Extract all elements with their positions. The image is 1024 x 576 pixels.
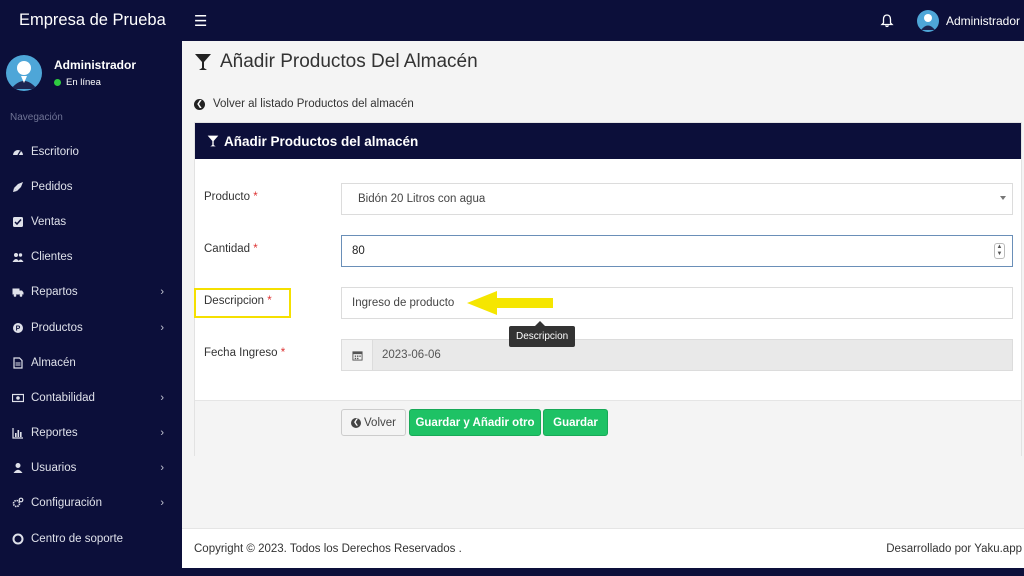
user-icon [12, 462, 24, 474]
number-spinner-icon[interactable]: ▲ ▼ [994, 243, 1005, 259]
bar-chart-icon [12, 427, 24, 439]
descripcion-row: Descripcion * Ingreso de producto [195, 287, 1023, 319]
sidebar-item-reportes[interactable]: Reportes › [0, 416, 182, 451]
fecha-label: Fecha Ingreso * [204, 347, 286, 359]
bars-icon[interactable]: ☰ [194, 12, 214, 30]
developer-credit: Desarrollado por Yaku.app [886, 543, 1022, 555]
bottom-strip [0, 568, 1024, 576]
users-icon [12, 251, 24, 263]
top-user-name[interactable]: Administrador [946, 14, 1020, 28]
save-button[interactable]: Guardar [543, 409, 608, 436]
nav-list: Escritorio Pedidos Ventas Clientes Repartos ›… [0, 134, 182, 576]
top-navbar: Empresa de Prueba ☰ Administrador [0, 0, 1024, 41]
sidebar-item-contabilidad[interactable]: Contabilidad › [0, 380, 182, 415]
glass-icon [195, 54, 211, 70]
chevron-right-icon: › [160, 497, 164, 510]
descripcion-tooltip: Descripcion [509, 321, 576, 347]
sidebar-item-label: Centro de soporte [31, 532, 124, 545]
sidebar-item-label: Pedidos [31, 180, 73, 193]
product-icon: P [12, 322, 24, 334]
dashboard-icon [12, 146, 24, 158]
sidebar-item-repartos[interactable]: Repartos › [0, 275, 182, 310]
add-product-panel: Añadir Productos del almacén Producto * … [194, 122, 1022, 456]
topbar-right: Administrador [879, 9, 1024, 32]
sidebar-item-almacén[interactable]: Almacén [0, 345, 182, 380]
page-title: Añadir Productos Del Almacén [194, 51, 478, 73]
status-dot-icon [54, 79, 61, 86]
sidebar-item-label: Contabilidad [31, 391, 95, 404]
glass-icon [207, 135, 219, 147]
fecha-field: 2023-06-06 [341, 339, 1013, 371]
sidebar-item-label: Clientes [31, 251, 73, 264]
producto-select[interactable]: Bidón 20 Litros con agua [341, 183, 1013, 215]
sidebar-item-escritorio[interactable]: Escritorio [0, 134, 182, 169]
sidebar-item-ventas[interactable]: Ventas [0, 204, 182, 239]
volver-button[interactable]: ❮ Volver [341, 409, 406, 436]
cantidad-label: Cantidad * [204, 243, 258, 255]
chevron-left-icon: ❮ [194, 98, 205, 110]
sidebar-user-name: Administrador [54, 58, 137, 72]
panel-header: Añadir Productos del almacén [195, 123, 1021, 159]
money-icon [12, 392, 24, 404]
nav-header: Navegación [10, 112, 63, 123]
avatar [6, 55, 42, 91]
check-square-icon [12, 216, 24, 228]
support-icon [12, 533, 24, 545]
sidebar-item-centro-de-soporte[interactable]: Centro de soporte [0, 521, 182, 556]
bell-icon[interactable] [879, 13, 895, 29]
yellow-arrow-icon [467, 291, 553, 315]
descripcion-input[interactable]: Ingreso de producto [341, 287, 1013, 319]
sidebar-item-label: Reportes [31, 427, 78, 440]
sidebar-item-label: Repartos [31, 286, 78, 299]
calendar-icon[interactable] [341, 339, 373, 371]
sidebar-item-configuración[interactable]: Configuración › [0, 486, 182, 521]
chevron-right-icon: › [160, 321, 164, 334]
producto-label: Producto * [204, 191, 258, 203]
brand-logo[interactable]: Empresa de Prueba [0, 0, 182, 41]
sidebar-item-label: Productos [31, 321, 83, 334]
sidebar: Administrador En línea Navegación Escrit… [0, 41, 182, 576]
truck-icon [12, 286, 24, 298]
user-panel: Administrador En línea [0, 47, 182, 99]
sidebar-item-label: Almacén [31, 356, 76, 369]
cantidad-row: Cantidad * 80 ▲ ▼ [195, 235, 1023, 267]
sidebar-item-productos[interactable]: P Productos › [0, 310, 182, 345]
svg-text:P: P [16, 325, 21, 332]
chevron-left-icon: ❮ [351, 417, 362, 428]
sidebar-item-label: Ventas [31, 215, 67, 228]
copyright-text: Copyright © 2023. Todos los Derechos Res… [194, 543, 462, 555]
fecha-input[interactable]: 2023-06-06 [373, 339, 1013, 371]
highlight-box [194, 288, 291, 318]
sidebar-item-pedidos[interactable]: Pedidos [0, 169, 182, 204]
online-status: En línea [54, 77, 136, 88]
save-and-add-button[interactable]: Guardar y Añadir otro [409, 409, 541, 436]
page-footer: Copyright © 2023. Todos los Derechos Res… [182, 528, 1024, 568]
cogs-icon [12, 497, 24, 509]
caret-down-icon [1000, 196, 1006, 200]
sidebar-item-clientes[interactable]: Clientes [0, 240, 182, 275]
panel-footer: ❮ Volver Guardar y Añadir otro Guardar [195, 400, 1021, 456]
cantidad-input[interactable]: 80 ▲ ▼ [341, 235, 1013, 267]
producto-row: Producto * Bidón 20 Litros con agua [195, 183, 1023, 215]
rocket-icon [12, 181, 24, 193]
back-to-list-link[interactable]: ❮ Volver al listado Productos del almacé… [194, 98, 414, 110]
sidebar-item-label: Usuarios [31, 462, 77, 475]
chevron-right-icon: › [160, 427, 164, 440]
chevron-right-icon: › [160, 286, 164, 299]
chevron-right-icon: › [160, 391, 164, 404]
sidebar-item-label: Escritorio [31, 145, 79, 158]
avatar[interactable] [916, 9, 939, 32]
chevron-right-icon: › [160, 462, 164, 475]
fecha-row: Fecha Ingreso * 2023-06-06 [195, 339, 1023, 371]
sidebar-item-usuarios[interactable]: Usuarios › [0, 451, 182, 486]
sidebar-item-label: Configuración [31, 497, 102, 510]
main-content: Añadir Productos Del Almacén ❮ Volver al… [182, 41, 1024, 528]
file-icon [12, 357, 24, 369]
